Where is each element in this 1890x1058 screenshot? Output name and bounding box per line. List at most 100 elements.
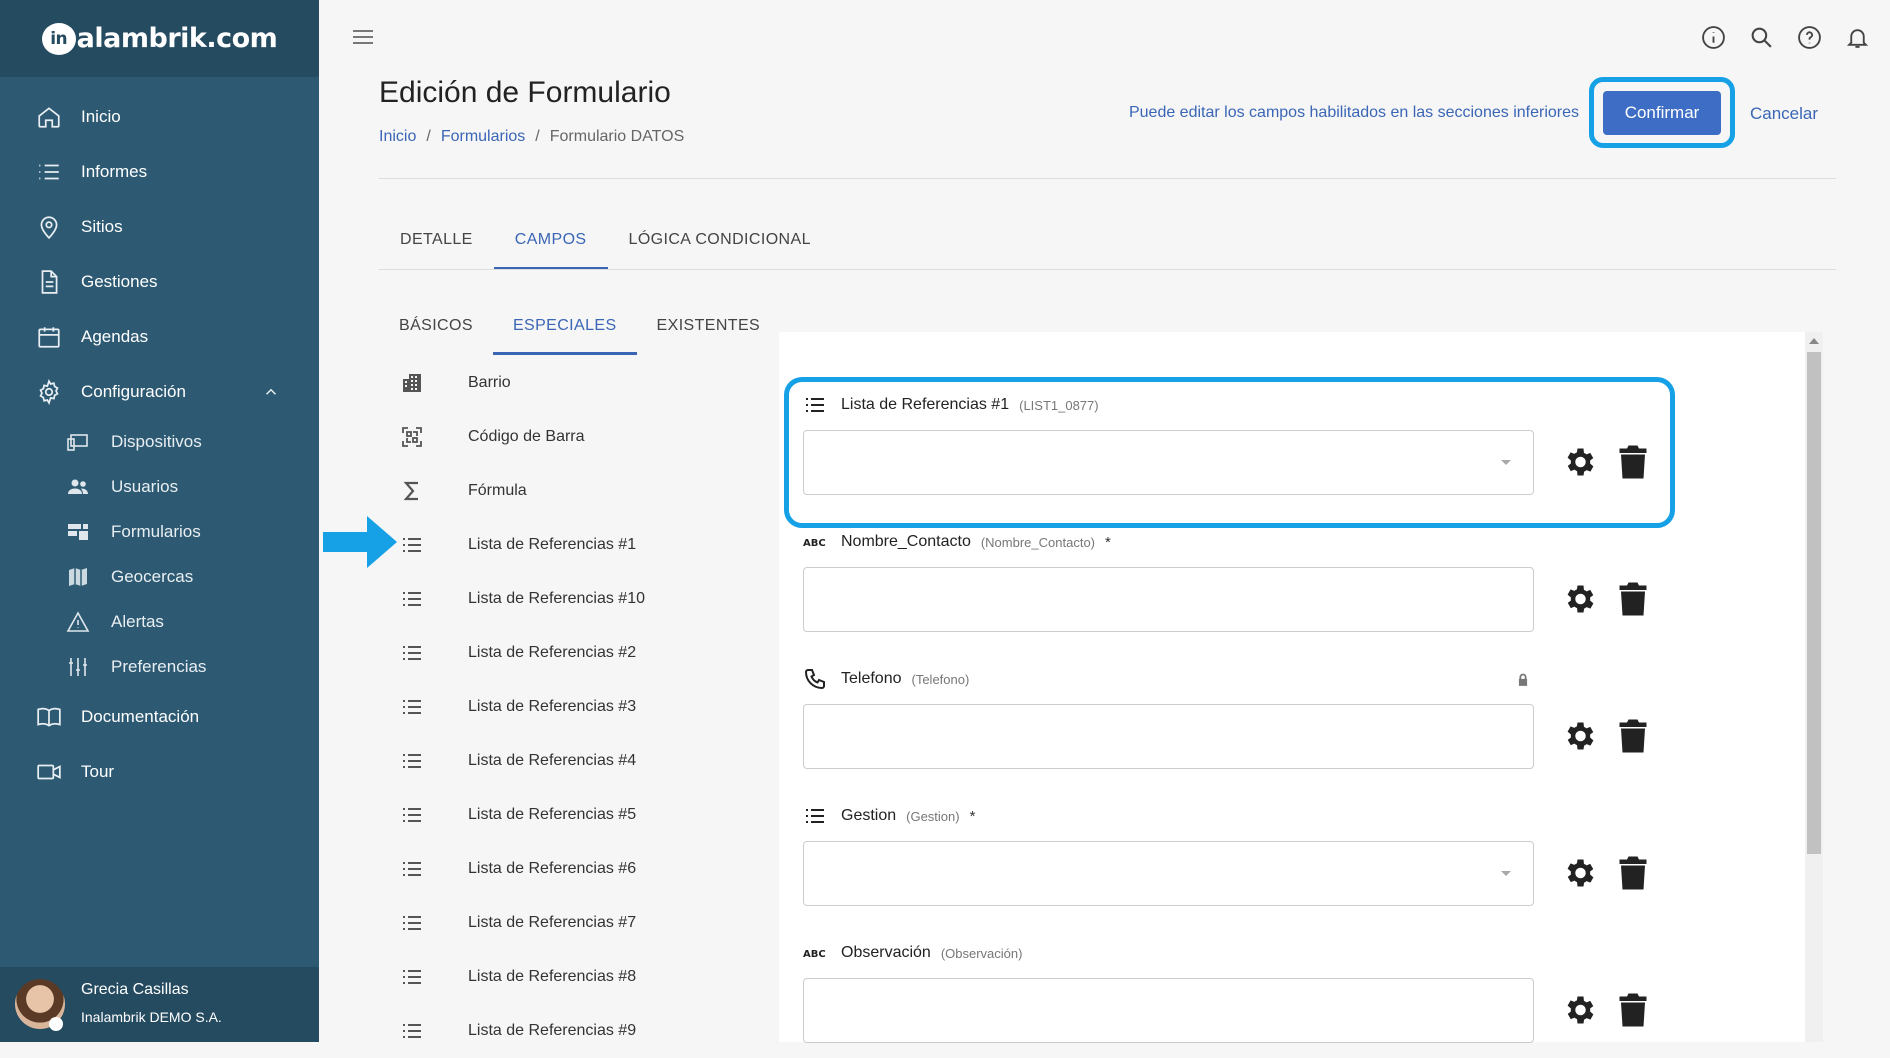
- sidebar-item-preferencias[interactable]: Preferencias: [0, 645, 319, 689]
- field-code: (Nombre_Contacto): [980, 534, 1095, 550]
- sidebar: in alambrik.com Inicio Informes Sitios Ge…: [0, 0, 319, 1042]
- list-icon: [403, 862, 421, 876]
- trash-icon[interactable]: [1618, 992, 1648, 1028]
- tab-especiales[interactable]: ESPECIALES: [492, 306, 637, 355]
- map-pin-icon: [40, 216, 58, 240]
- sidebar-item-tour[interactable]: Tour: [0, 750, 319, 794]
- field-type-lista-10[interactable]: Lista de Referencias #10: [390, 572, 770, 626]
- sidebar-item-inicio[interactable]: Inicio: [0, 95, 319, 139]
- sidebar-item-sitios[interactable]: Sitios: [0, 205, 319, 249]
- logo[interactable]: in alambrik.com: [41, 22, 278, 55]
- field-name: Nombre_Contacto: [841, 533, 971, 550]
- scrollbar-thumb[interactable]: [1807, 352, 1821, 854]
- sidebar-item-label: Preferencias: [111, 657, 207, 676]
- list-icon: [39, 164, 59, 180]
- field-text-input[interactable]: [803, 978, 1534, 1043]
- breadcrumb: Inicio / Formularios / Formulario DATOS: [379, 128, 684, 146]
- breadcrumb-link-inicio[interactable]: Inicio: [379, 128, 416, 146]
- field-type-barrio[interactable]: Barrio: [390, 356, 770, 410]
- map-icon: [69, 568, 87, 586]
- field-text-input[interactable]: [803, 567, 1534, 632]
- field-type-label: Lista de Referencias #2: [468, 644, 637, 661]
- field-type-lista-3[interactable]: Lista de Referencias #3: [390, 680, 770, 734]
- list-icon: [806, 809, 824, 823]
- sidebar-item-agendas[interactable]: Agendas: [0, 315, 319, 359]
- settings-gear-icon[interactable]: [1561, 992, 1597, 1028]
- sidebar-item-informes[interactable]: Informes: [0, 150, 319, 194]
- sidebar-item-label: Geocercas: [111, 567, 194, 586]
- sidebar-item-configuracion[interactable]: Configuración: [0, 370, 319, 414]
- field-name: Telefono: [841, 670, 902, 687]
- scroll-up-icon[interactable]: [1809, 338, 1819, 344]
- abc-icon: ABC: [803, 538, 826, 549]
- trash-icon[interactable]: [1618, 718, 1648, 754]
- devices-icon: [67, 434, 88, 451]
- info-icon[interactable]: [1701, 25, 1726, 50]
- chevron-up-icon[interactable]: [262, 383, 280, 401]
- field-type-lista-6[interactable]: Lista de Referencias #6: [390, 842, 770, 896]
- field-type-label: Lista de Referencias #4: [468, 752, 637, 769]
- logo-bar: in alambrik.com: [0, 0, 319, 77]
- breadcrumb-current: Formulario DATOS: [549, 128, 685, 145]
- breadcrumb-link-formularios[interactable]: Formularios: [441, 128, 525, 146]
- sidebar-item-label: Formularios: [111, 522, 201, 541]
- sidebar-item-label: Alertas: [111, 612, 164, 631]
- field-code: (Gestion): [906, 808, 960, 824]
- tab-basicos[interactable]: BÁSICOS: [379, 306, 493, 355]
- menu-icon[interactable]: [351, 27, 375, 47]
- bell-icon[interactable]: [1845, 25, 1870, 50]
- sidebar-item-label: Dispositivos: [111, 432, 202, 451]
- qr-code-icon: [402, 427, 422, 447]
- highlight-ring: [784, 377, 1675, 528]
- field-text-input[interactable]: [803, 704, 1534, 769]
- tab-campos[interactable]: CAMPOS: [493, 221, 608, 270]
- field-type-label: Código de Barra: [468, 428, 585, 445]
- field-select[interactable]: [803, 841, 1534, 906]
- divider: [379, 269, 1836, 270]
- edit-hint: Puede editar los campos habilitados en l…: [1128, 104, 1579, 121]
- sidebar-item-label: Usuarios: [111, 477, 179, 496]
- field-type-label: Fórmula: [468, 482, 527, 499]
- field-code: (Observación): [940, 945, 1023, 961]
- user-profile[interactable]: Grecia Casillas Inalambrik DEMO S.A.: [0, 967, 319, 1042]
- sidebar-item-label: Documentación: [81, 707, 200, 726]
- field-type-lista-4[interactable]: Lista de Referencias #4: [390, 734, 770, 788]
- sliders-icon: [69, 658, 87, 676]
- field-type-lista-9[interactable]: Lista de Referencias #9: [390, 1004, 770, 1058]
- sidebar-item-geocercas[interactable]: Geocercas: [0, 555, 319, 599]
- trash-icon[interactable]: [1618, 855, 1648, 891]
- sidebar-item-formularios[interactable]: Formularios: [0, 510, 319, 554]
- pointer-arrow-icon: [323, 516, 397, 568]
- sidebar-item-gestiones[interactable]: Gestiones: [0, 260, 319, 304]
- field-type-lista-7[interactable]: Lista de Referencias #7: [390, 896, 770, 950]
- trash-icon[interactable]: [1618, 581, 1648, 617]
- field-type-lista-2[interactable]: Lista de Referencias #2: [390, 626, 770, 680]
- search-icon[interactable]: [1749, 25, 1774, 50]
- field-type-codigo-barra[interactable]: Código de Barra: [390, 410, 770, 464]
- video-icon: [37, 764, 61, 780]
- help-icon[interactable]: [1797, 25, 1822, 50]
- field-header: Telefono (Telefono): [803, 667, 969, 691]
- field-type-lista-8[interactable]: Lista de Referencias #8: [390, 950, 770, 1004]
- sidebar-item-usuarios[interactable]: Usuarios: [0, 465, 319, 509]
- tab-existentes[interactable]: EXISTENTES: [637, 306, 781, 355]
- field-type-lista-5[interactable]: Lista de Referencias #5: [390, 788, 770, 842]
- field-type-formula[interactable]: Fórmula: [390, 464, 770, 518]
- tab-logica-condicional[interactable]: LÓGICA CONDICIONAL: [608, 221, 832, 270]
- book-icon: [37, 707, 61, 727]
- sidebar-item-alertas[interactable]: Alertas: [0, 600, 319, 644]
- settings-gear-icon[interactable]: [1561, 581, 1597, 617]
- sidebar-item-label: Configuración: [81, 382, 186, 401]
- field-header: ABC Observación (Observación): [803, 941, 1022, 965]
- settings-gear-icon[interactable]: [1561, 718, 1597, 754]
- sidebar-item-dispositivos[interactable]: Dispositivos: [0, 420, 319, 464]
- settings-gear-icon[interactable]: [1561, 855, 1597, 891]
- tab-detalle[interactable]: DETALLE: [379, 221, 494, 270]
- cancel-button[interactable]: Cancelar: [1750, 104, 1818, 124]
- user-name: Grecia Casillas: [81, 981, 189, 998]
- logo-text: alambrik.com: [76, 23, 278, 54]
- confirm-button[interactable]: Confirmar: [1603, 91, 1721, 135]
- list-icon: [403, 700, 421, 714]
- sidebar-item-documentacion[interactable]: Documentación: [0, 695, 319, 739]
- field-type-lista-1[interactable]: Lista de Referencias #1: [390, 518, 770, 572]
